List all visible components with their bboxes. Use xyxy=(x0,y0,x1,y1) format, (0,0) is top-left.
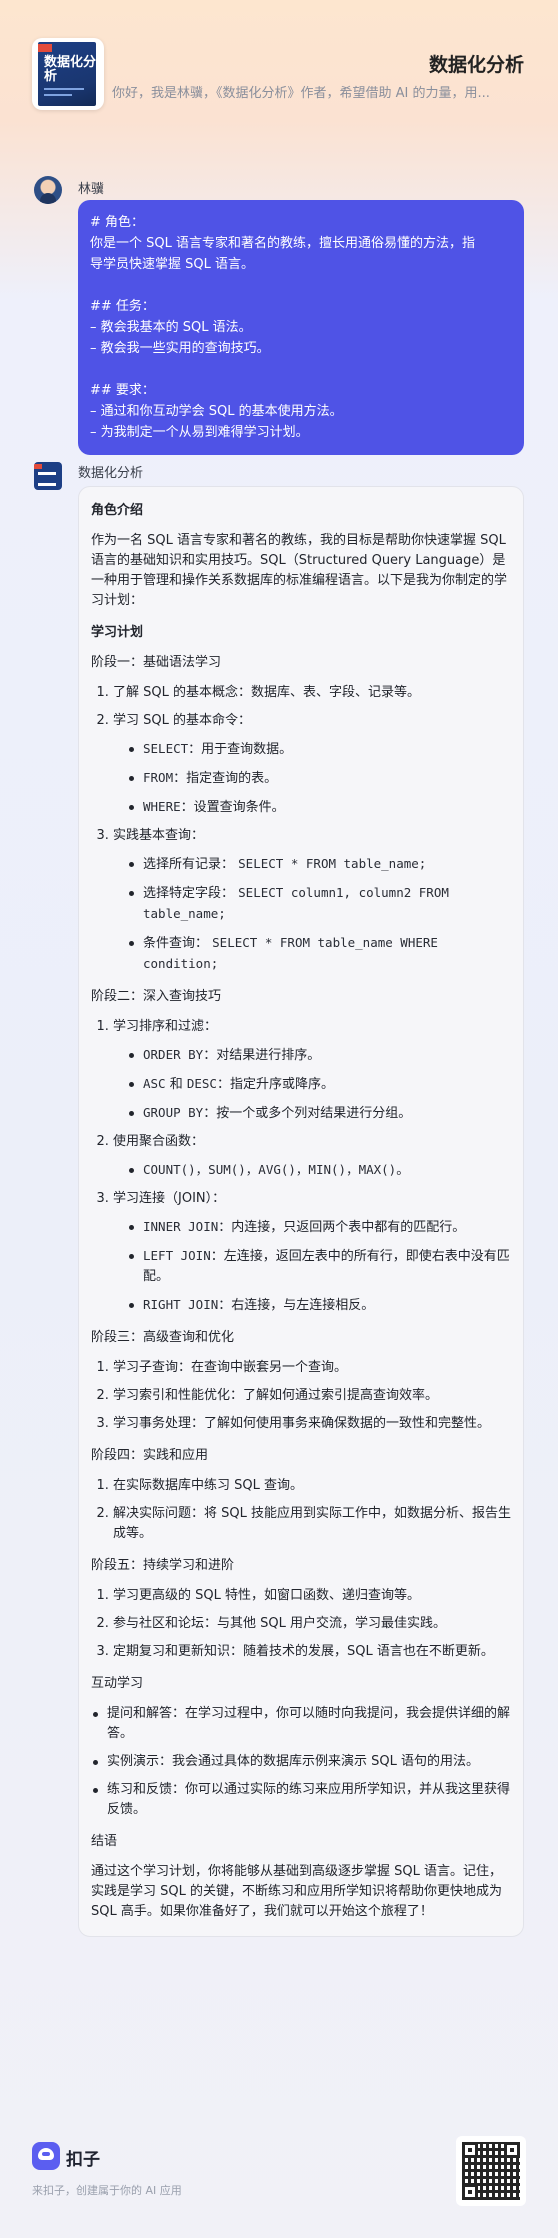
list-item: 学习排序和过滤： ORDER BY：对结果进行排序。 ASC 和 DESC：指定… xyxy=(113,1017,511,1124)
stage1-list: 了解 SQL 的基本概念：数据库、表、字段、记录等。 学习 SQL 的基本命令：… xyxy=(91,683,511,975)
prompt-line xyxy=(90,359,512,380)
list-item: RIGHT JOIN：右连接，与左连接相反。 xyxy=(127,1295,511,1316)
list-item: 在实际数据库中练习 SQL 查询。 xyxy=(113,1476,511,1496)
list-item: 使用聚合函数： COUNT()，SUM()，AVG()，MIN()，MAX()。 xyxy=(113,1132,511,1181)
user-message-bubble: # 角色： 你是一个 SQL 语言专家和著名的教练，擅长用通俗易懂的方法，指 导… xyxy=(78,200,524,455)
bot-description: 你好，我是林骥，《数据化分析》作者，希望借助 AI 的力量，用... xyxy=(112,86,490,101)
stage-title: 阶段五：持续学习和进阶 xyxy=(91,1558,235,1573)
user-name: 林骥 xyxy=(78,182,105,197)
stage3-list: 学习子查询：在查询中嵌套另一个查询。 学习索引和性能优化：了解如何通过索引提高查… xyxy=(91,1358,511,1434)
list-item: ORDER BY：对结果进行排序。 xyxy=(127,1045,511,1066)
list-item: 练习和反馈：你可以通过实际的练习来应用所学知识，并从我这里获得反馈。 xyxy=(91,1780,511,1820)
list-item: 条件查询： SELECT * FROM table_name WHERE con… xyxy=(127,933,511,975)
list-item: 学习子查询：在查询中嵌套另一个查询。 xyxy=(113,1358,511,1378)
brand-name: 扣子 xyxy=(66,2150,100,2170)
list-item: 学习索引和性能优化：了解如何通过索引提高查询效率。 xyxy=(113,1386,511,1406)
list-item: COUNT()，SUM()，AVG()，MIN()，MAX()。 xyxy=(127,1160,511,1181)
cover-title: 数据化分析 xyxy=(44,55,97,84)
list-item: 选择所有记录： SELECT * FROM table_name; xyxy=(127,854,511,875)
list-item: LEFT JOIN：左连接，返回左表中的所有行，即使右表中没有匹配。 xyxy=(127,1246,511,1287)
list-item: 提问和解答：在学习过程中，你可以随时向我提问，我会提供详细的解答。 xyxy=(91,1704,511,1744)
bot-name: 数据化分析 xyxy=(78,466,144,481)
bot-avatar xyxy=(34,462,62,490)
conclusion-paragraph: 通过这个学习计划，你将能够从基础到高级逐步掌握 SQL 语言。记住，实践是学习 … xyxy=(91,1864,502,1919)
stage4-list: 在实际数据库中练习 SQL 查询。 解决实际问题：将 SQL 技能应用到实际工作… xyxy=(91,1476,511,1544)
stage-title: 阶段四：实践和应用 xyxy=(91,1448,209,1463)
prompt-line: 导学员快速掌握 SQL 语言。 xyxy=(90,257,254,272)
stage-title: 阶段三：高级查询和优化 xyxy=(91,1330,235,1345)
prompt-line: – 通过和你互动学会 SQL 的基本使用方法。 xyxy=(90,404,343,419)
prompt-line: ## 任务： xyxy=(90,299,155,314)
list-item: WHERE：设置查询条件。 xyxy=(127,797,511,818)
prompt-line xyxy=(90,275,512,296)
prompt-line: # 角色： xyxy=(90,215,145,230)
prompt-line: – 教会我一些实用的查询技巧。 xyxy=(90,341,270,356)
prompt-line: ## 要求： xyxy=(90,383,155,398)
list-item: ASC 和 DESC：指定升序或降序。 xyxy=(127,1074,511,1095)
list-item: 学习 SQL 的基本命令： SELECT：用于查询数据。 FROM：指定查询的表… xyxy=(113,711,511,818)
prompt-line: 你是一个 SQL 语言专家和著名的教练，擅长用通俗易懂的方法，指 xyxy=(90,236,475,251)
prompt-line: – 教会我基本的 SQL 语法。 xyxy=(90,320,252,335)
qr-code-icon xyxy=(456,2136,526,2206)
role-heading: 角色介绍 xyxy=(91,503,144,518)
stage2-list: 学习排序和过滤： ORDER BY：对结果进行排序。 ASC 和 DESC：指定… xyxy=(91,1017,511,1316)
brand-tagline: 来扣子，创建属于你的 AI 应用 xyxy=(32,2184,182,2197)
list-item: SELECT：用于查询数据。 xyxy=(127,739,511,760)
stage-title: 阶段一：基础语法学习 xyxy=(91,655,222,670)
list-item: GROUP BY：按一个或多个列对结果进行分组。 xyxy=(127,1103,511,1124)
stage-title: 阶段二：深入查询技巧 xyxy=(91,989,222,1004)
list-item: 了解 SQL 的基本概念：数据库、表、字段、记录等。 xyxy=(113,683,511,703)
bot-cover-image: 数据化分析 xyxy=(32,38,104,110)
list-item: 参与社区和论坛：与其他 SQL 用户交流，学习最佳实践。 xyxy=(113,1614,511,1634)
list-item: 学习更高级的 SQL 特性，如窗口函数、递归查询等。 xyxy=(113,1586,511,1606)
chat-header: 数据化分析 数据化分析 你好，我是林骥，《数据化分析》作者，希望借助 AI 的力… xyxy=(0,0,558,150)
conclusion-title: 结语 xyxy=(91,1834,118,1849)
list-item: 实例演示：我会通过具体的数据库示例来演示 SQL 语句的用法。 xyxy=(91,1752,511,1772)
list-item: 学习事务处理：了解如何使用事务来确保数据的一致性和完整性。 xyxy=(113,1414,511,1434)
user-avatar xyxy=(34,176,62,204)
coze-logo-icon xyxy=(32,2142,60,2170)
interactive-title: 互动学习 xyxy=(91,1676,144,1691)
list-item: 实践基本查询： 选择所有记录： SELECT * FROM table_name… xyxy=(113,826,511,975)
stage5-list: 学习更高级的 SQL 特性，如窗口函数、递归查询等。 参与社区和论坛：与其他 S… xyxy=(91,1586,511,1662)
prompt-line: – 为我制定一个从易到难得学习计划。 xyxy=(90,425,309,440)
intro-paragraph: 作为一名 SQL 语言专家和著名的教练，我的目标是帮助你快速掌握 SQL 语言的… xyxy=(91,533,508,608)
list-item: 学习连接（JOIN）： INNER JOIN：内连接，只返回两个表中都有的匹配行… xyxy=(113,1189,511,1316)
bot-title: 数据化分析 xyxy=(428,54,524,76)
bot-message-bubble: 角色介绍 作为一名 SQL 语言专家和著名的教练，我的目标是帮助你快速掌握 SQ… xyxy=(78,486,524,1937)
list-item: INNER JOIN：内连接，只返回两个表中都有的匹配行。 xyxy=(127,1217,511,1238)
interactive-list: 提问和解答：在学习过程中，你可以随时向我提问，我会提供详细的解答。 实例演示：我… xyxy=(91,1704,511,1820)
plan-heading: 学习计划 xyxy=(91,625,144,640)
list-item: 选择特定字段： SELECT column1, column2 FROM tab… xyxy=(127,883,511,925)
list-item: 解决实际问题：将 SQL 技能应用到实际工作中，如数据分析、报告生成等。 xyxy=(113,1504,511,1544)
footer: 扣子 来扣子，创建属于你的 AI 应用 xyxy=(0,2100,558,2238)
list-item: FROM：指定查询的表。 xyxy=(127,768,511,789)
list-item: 定期复习和更新知识：随着技术的发展，SQL 语言也在不断更新。 xyxy=(113,1642,511,1662)
